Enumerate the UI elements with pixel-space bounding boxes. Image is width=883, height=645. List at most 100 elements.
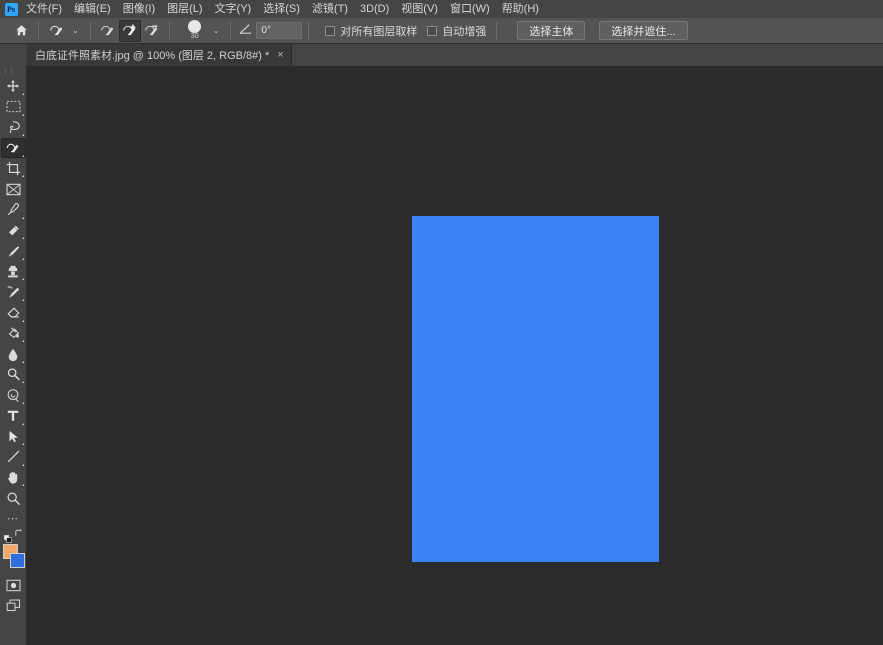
marquee-tool-flyout-arrow-icon[interactable] [22, 113, 24, 116]
menu-window[interactable]: 窗口(W) [444, 0, 496, 18]
clone-stamp-tool[interactable] [1, 261, 26, 282]
eraser-tool[interactable] [1, 303, 26, 324]
menu-help[interactable]: 帮助(H) [496, 0, 545, 18]
type-tool-flyout-arrow-icon[interactable] [22, 422, 24, 425]
canvas-area[interactable] [27, 66, 883, 645]
select-and-mask-button[interactable]: 选择并遮住... [599, 21, 688, 40]
quick-mask-button[interactable] [1, 575, 26, 596]
healing-brush-tool-flyout-arrow-icon[interactable] [22, 237, 24, 240]
angle-icon [239, 23, 252, 38]
menu-filter[interactable]: 滤镜(T) [306, 0, 354, 18]
tools-panel-grip[interactable]: ⋮⋮ [0, 66, 26, 76]
options-separator-1 [38, 21, 39, 40]
brush-size-picker[interactable]: 30 ⌄ [182, 19, 225, 43]
rectangular-marquee-tool[interactable] [1, 97, 26, 118]
tools-panel: ⋮⋮ ⋯ [0, 66, 27, 645]
blur-tool-flyout-arrow-icon[interactable] [22, 360, 24, 363]
menu-edit[interactable]: 编辑(E) [68, 0, 117, 18]
sample-all-layers-checkbox[interactable]: 对所有图层取样 [325, 23, 417, 39]
options-separator-4 [230, 21, 232, 40]
hand-tool[interactable] [1, 467, 26, 488]
work-area: ⋮⋮ ⋯ [0, 66, 883, 645]
eyedropper-tool-flyout-arrow-icon[interactable] [22, 216, 24, 219]
blur-tool[interactable] [1, 344, 26, 365]
background-color-swatch[interactable] [9, 553, 25, 569]
gradient-tool-flyout-arrow-icon[interactable] [22, 340, 24, 343]
document-tab-title: 白底证件照素材.jpg @ 100% (图层 2, RGB/8#) * [35, 50, 270, 62]
dodge-tool[interactable] [1, 364, 26, 385]
quick-selection-tool-flyout-arrow-icon[interactable] [22, 154, 24, 157]
document-tab[interactable]: 白底证件照素材.jpg @ 100% (图层 2, RGB/8#) * × [27, 44, 292, 66]
brush-tip-preview-icon [188, 19, 202, 33]
brush-size-value: 30 [190, 32, 199, 40]
edit-toolbar-button[interactable]: ⋯ [1, 508, 26, 529]
hand-tool-flyout-arrow-icon[interactable] [22, 484, 24, 487]
menu-layer[interactable]: 图层(L) [161, 0, 208, 18]
frame-tool[interactable] [1, 179, 26, 200]
close-icon[interactable]: × [277, 49, 283, 61]
tool-preset-chevron-down-icon[interactable]: ⌄ [67, 26, 84, 35]
photoshop-logo: Ps [2, 0, 20, 18]
move-tool-flyout-arrow-icon[interactable] [22, 93, 24, 96]
zoom-tool[interactable] [1, 488, 26, 509]
brush-angle-group: 0° [239, 22, 303, 39]
screen-mode-button[interactable] [1, 596, 26, 617]
crop-tool[interactable] [1, 158, 26, 179]
sample-all-layers-box[interactable] [325, 25, 336, 36]
add-to-selection-mode[interactable] [118, 19, 141, 42]
path-selection-tool[interactable] [1, 426, 26, 447]
foreground-background-colors [1, 543, 26, 573]
spot-healing-brush-tool[interactable] [1, 220, 26, 241]
brush-chevron-down-icon[interactable]: ⌄ [208, 26, 225, 35]
history-brush-tool-flyout-arrow-icon[interactable] [22, 299, 24, 302]
select-subject-button[interactable]: 选择主体 [517, 21, 586, 40]
pen-tool[interactable] [1, 385, 26, 406]
more-tools-icon[interactable]: ⋯ [7, 513, 19, 524]
menu-type[interactable]: 文字(Y) [209, 0, 258, 18]
menu-view[interactable]: 视图(V) [395, 0, 444, 18]
history-brush-tool[interactable] [1, 282, 26, 303]
pen-tool-flyout-arrow-icon[interactable] [22, 402, 24, 404]
crop-tool-flyout-arrow-icon[interactable] [22, 175, 24, 178]
type-tool[interactable] [1, 406, 26, 427]
brush-tool[interactable] [1, 241, 26, 262]
new-selection-mode[interactable] [97, 20, 119, 42]
path-selection-tool-flyout-arrow-icon[interactable] [22, 443, 24, 446]
sample-all-layers-label: 对所有图层取样 [340, 25, 418, 38]
menu-file[interactable]: 文件(F) [20, 0, 68, 18]
gradient-tool[interactable] [1, 323, 26, 344]
subtract-from-selection-mode[interactable] [141, 20, 163, 42]
menu-3d[interactable]: 3D(D) [354, 0, 395, 18]
document-tab-bar: 白底证件照素材.jpg @ 100% (图层 2, RGB/8#) * × [0, 44, 883, 66]
clone-stamp-tool-flyout-arrow-icon[interactable] [22, 278, 24, 281]
brush-thumbnail: 30 [182, 19, 208, 43]
dodge-tool-flyout-arrow-icon[interactable] [22, 381, 24, 384]
eyedropper-tool[interactable] [1, 200, 26, 221]
options-separator-2 [89, 21, 91, 40]
auto-enhance-box[interactable] [427, 25, 438, 36]
lasso-tool-flyout-arrow-icon[interactable] [22, 134, 24, 137]
swap-colors-icon[interactable] [14, 529, 23, 540]
quick-selection-tool-icon[interactable] [45, 20, 67, 42]
menu-select[interactable]: 选择(S) [257, 0, 306, 18]
brush-tool-flyout-arrow-icon[interactable] [22, 257, 24, 260]
line-shape-tool-flyout-arrow-icon[interactable] [22, 463, 24, 466]
line-shape-tool[interactable] [1, 447, 26, 468]
options-separator-6 [496, 21, 498, 40]
photoshop-logo-mark: Ps [4, 2, 18, 16]
color-controls-row [1, 529, 26, 543]
default-colors-icon[interactable] [3, 530, 12, 543]
options-separator-5 [308, 21, 310, 40]
brush-angle-input[interactable]: 0° [256, 22, 303, 39]
options-bar: ⌄ 30 ⌄ 0° 对所有图层取样 自动增强 选择主体 选择并遮住... [0, 18, 883, 44]
lasso-tool[interactable] [1, 117, 26, 138]
quick-selection-tool[interactable] [0, 137, 26, 159]
options-separator-3 [168, 21, 170, 40]
home-icon[interactable] [10, 20, 32, 42]
menu-bar: Ps 文件(F) 编辑(E) 图像(I) 图层(L) 文字(Y) 选择(S) 滤… [0, 0, 883, 18]
image-layer[interactable] [412, 216, 659, 562]
auto-enhance-checkbox[interactable]: 自动增强 [427, 23, 486, 39]
eraser-tool-flyout-arrow-icon[interactable] [22, 319, 24, 322]
move-tool[interactable] [1, 76, 26, 97]
menu-image[interactable]: 图像(I) [117, 0, 161, 18]
